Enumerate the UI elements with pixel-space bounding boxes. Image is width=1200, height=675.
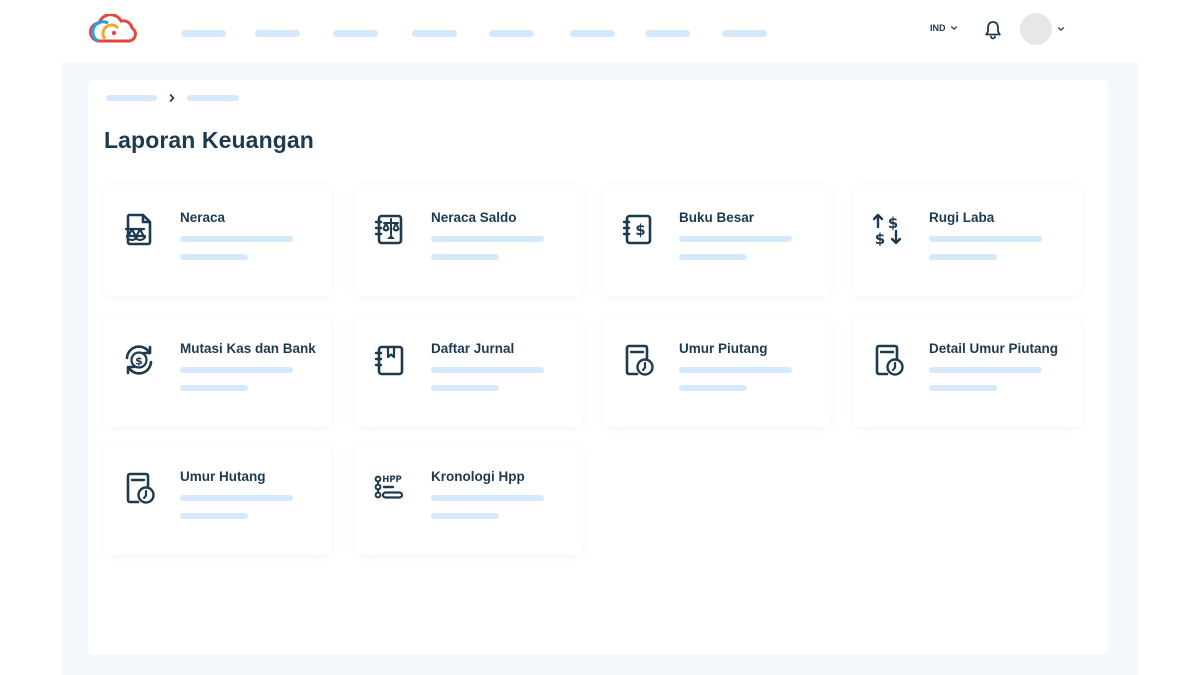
nav-item-3[interactable] [333, 30, 378, 37]
description-placeholder [929, 385, 997, 391]
report-card-label: Buku Besar [679, 210, 755, 225]
nav-item-7[interactable] [645, 30, 690, 37]
report-card-mutasi-kas-dan-bank[interactable]: $ Mutasi Kas dan Bank [104, 317, 332, 427]
svg-text:$: $ [635, 221, 645, 239]
journal-notebook-icon [374, 345, 404, 376]
profit-loss-arrows-icon: $ $ [872, 213, 902, 246]
receivable-aging-clock-icon [625, 344, 654, 376]
report-card-label: Kronologi Hpp [431, 469, 525, 484]
chevron-down-icon [950, 26, 957, 30]
description-placeholder [180, 513, 248, 519]
report-card-label: Detail Umur Piutang [929, 341, 1059, 356]
description-placeholder [679, 236, 792, 242]
breadcrumb-item-1[interactable] [106, 95, 157, 101]
description-placeholder [431, 495, 544, 501]
nav-item-2[interactable] [255, 30, 300, 37]
hpp-timeline-icon: HPP [374, 475, 404, 499]
report-card-label: Neraca Saldo [431, 210, 517, 225]
svg-text:$: $ [875, 230, 885, 246]
description-placeholder [431, 513, 499, 519]
svg-text:HPP: HPP [382, 475, 402, 485]
report-card-label: Daftar Jurnal [431, 341, 515, 356]
description-placeholder [679, 385, 747, 391]
bell-icon[interactable] [984, 20, 1002, 40]
description-placeholder [929, 367, 1042, 373]
cloud-logo-icon[interactable] [88, 14, 138, 46]
description-placeholder [929, 254, 997, 260]
description-placeholder [180, 367, 293, 373]
report-card-label: Mutasi Kas dan Bank [180, 341, 316, 356]
description-placeholder [431, 236, 544, 242]
balance-notebook-icon [374, 214, 403, 245]
report-card-neraca[interactable]: Neraca [104, 186, 332, 296]
svg-text:$: $ [888, 214, 898, 232]
top-bar: IND [0, 0, 1200, 62]
language-selector[interactable]: IND [930, 23, 958, 33]
description-placeholder [180, 236, 293, 242]
report-card-umur-piutang[interactable]: Umur Piutang [603, 317, 831, 427]
report-card-label: Umur Piutang [679, 341, 768, 356]
report-card-label: Umur Hutang [180, 469, 266, 484]
description-placeholder [679, 254, 747, 260]
payable-aging-clock-icon [126, 472, 155, 504]
chevron-down-icon[interactable] [1057, 25, 1065, 33]
nav-item-1[interactable] [181, 30, 226, 37]
nav-item-5[interactable] [489, 30, 534, 37]
nav-item-8[interactable] [722, 30, 767, 37]
report-card-label: Rugi Laba [929, 210, 995, 225]
chevron-right-icon [169, 94, 175, 102]
language-label: IND [930, 23, 946, 33]
receivable-aging-detail-icon [875, 344, 904, 376]
report-card-kronologi-hpp[interactable]: HPP Kronologi Hpp [355, 445, 583, 555]
report-card-daftar-jurnal[interactable]: Daftar Jurnal [355, 317, 583, 427]
breadcrumb-item-2[interactable] [187, 95, 239, 101]
report-card-rugi-laba[interactable]: $ $ Rugi Laba [853, 186, 1081, 296]
description-placeholder [929, 236, 1042, 242]
avatar[interactable] [1020, 13, 1052, 45]
page-title: Laporan Keuangan [104, 127, 314, 153]
report-card-buku-besar[interactable]: $ Buku Besar [603, 186, 831, 296]
report-card-neraca-saldo[interactable]: Neraca Saldo [355, 186, 583, 296]
description-placeholder [180, 254, 248, 260]
description-placeholder [431, 254, 499, 260]
svg-text:$: $ [135, 355, 143, 368]
nav-item-6[interactable] [570, 30, 615, 37]
description-placeholder [431, 385, 499, 391]
cash-exchange-icon: $ [125, 345, 153, 375]
ledger-dollar-icon: $ [622, 214, 652, 245]
report-card-umur-hutang[interactable]: Umur Hutang [104, 445, 332, 555]
nav-item-4[interactable] [412, 30, 457, 37]
description-placeholder [180, 385, 248, 391]
report-card-label: Neraca [180, 210, 226, 225]
report-card-detail-umur-piutang[interactable]: Detail Umur Piutang [853, 317, 1081, 427]
description-placeholder [180, 495, 293, 501]
balance-scale-document-icon [124, 213, 152, 246]
breadcrumb [106, 93, 239, 103]
description-placeholder [431, 367, 544, 373]
description-placeholder [679, 367, 792, 373]
